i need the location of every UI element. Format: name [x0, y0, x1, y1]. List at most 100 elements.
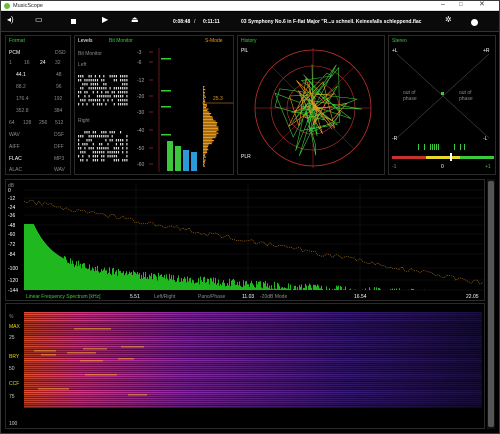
stop-button[interactable] [71, 19, 76, 24]
spectrum-mode-left-right[interactable]: Left/Right [154, 294, 175, 300]
bit-cell [122, 103, 124, 106]
bit-cell [113, 87, 115, 90]
bit-cell [111, 99, 113, 102]
spectrum-bin [163, 277, 164, 290]
spectrum-bin [285, 288, 286, 290]
spectrum-bin [122, 272, 123, 290]
spectrum-bin [137, 272, 138, 290]
smode-bin [203, 111, 210, 113]
spectrum-bin [118, 269, 119, 290]
smode-bin [203, 113, 212, 115]
spectrum-bin [252, 283, 253, 290]
bit-cell [115, 147, 117, 150]
eject-icon[interactable]: ⏏ [131, 16, 139, 24]
spectrum-bin [250, 282, 251, 290]
codec-wav: WAV [9, 132, 20, 138]
bit-cell [103, 155, 105, 158]
spectrum-mode-pano[interactable]: Pano/Phase [198, 294, 225, 300]
bit-cell [94, 159, 96, 162]
bit-cell [86, 83, 88, 86]
spectrum-bin [255, 287, 256, 290]
bit-cell [86, 91, 88, 94]
spectrum-bin [210, 277, 211, 290]
left-label: Left [78, 62, 87, 68]
volume-icon[interactable]: ◂) [7, 16, 14, 24]
spectrum-bin [258, 281, 259, 290]
maximize-button[interactable]: □ [459, 2, 463, 8]
spectrum-bin [260, 281, 261, 290]
spectrum-bin [303, 287, 304, 290]
close-button[interactable]: ✕ [479, 1, 485, 8]
codec-aiff: AIFF [9, 144, 20, 150]
spectrogram-row [24, 340, 482, 342]
spectrum-bin [56, 253, 57, 290]
bit-cell [82, 83, 84, 86]
info-icon[interactable] [471, 19, 478, 26]
smode-bin [203, 128, 219, 130]
smode-bin [203, 117, 214, 119]
smode-bin [203, 95, 205, 97]
spectrum-bin [145, 271, 146, 290]
spectrum-bin [186, 282, 187, 290]
spectrum-bin [335, 289, 336, 290]
spectrogram-row [24, 324, 482, 326]
spectrum-bin [110, 273, 111, 290]
spectrum-bin [236, 284, 237, 290]
spectrum-bin [369, 287, 370, 290]
bit-cell [88, 75, 90, 78]
spectrum-bin [173, 275, 174, 290]
smode-bin [203, 87, 204, 89]
scrollbar-thumb[interactable] [488, 181, 494, 427]
spectrogram-row [24, 362, 482, 364]
bit-cell [107, 91, 109, 94]
bit-cell [101, 87, 103, 90]
spectrogram-row [24, 338, 482, 340]
spectrum-bin [165, 278, 166, 290]
spectrum-bin [47, 245, 48, 290]
spectrum-bin [32, 224, 33, 290]
spectrogram-row [24, 376, 482, 378]
spectrum-bin [379, 288, 380, 290]
stereo-title: Stereo [392, 38, 407, 44]
bit-cell [78, 103, 80, 106]
spectrum-bin [257, 284, 258, 290]
spectrum-bin [244, 285, 245, 290]
settings-gear-icon[interactable]: ✲ [445, 16, 452, 24]
spectrum-bin [326, 286, 327, 290]
bit-cell [126, 91, 128, 94]
bit-cell [82, 159, 84, 162]
bit-cell [109, 95, 111, 98]
spectrum-bin [54, 252, 55, 290]
spectrum-bin [235, 285, 236, 290]
spectrogram-row [24, 400, 482, 402]
spectrum-bin [380, 289, 381, 290]
meter-tick-label: -30 [137, 110, 144, 116]
bit-cell [124, 75, 126, 78]
smode-bin [203, 144, 209, 146]
time-elapsed: 0:08:48 [173, 19, 191, 25]
spectrum-bin [40, 236, 41, 290]
minimize-button[interactable]: – [441, 1, 445, 8]
play-button[interactable]: ▶ [102, 16, 108, 24]
spectrum-bin [153, 274, 154, 290]
bit-cell [96, 83, 99, 86]
spectrum-bin [31, 224, 32, 290]
bit-cell [101, 131, 103, 134]
spectrum-bin [248, 284, 249, 290]
format-pcm: PCM [9, 50, 21, 56]
smode-label[interactable]: S-Mode [205, 38, 223, 44]
spectrum-bin [178, 275, 179, 290]
bit-cell [99, 143, 101, 146]
spectrogram-hot [118, 358, 134, 360]
smode-bin [203, 156, 206, 158]
smode-bin [203, 110, 208, 112]
folder-icon[interactable]: ▭ [35, 16, 43, 24]
vertical-scrollbar[interactable] [487, 179, 495, 429]
spectrum-bin [75, 264, 76, 290]
levels-mode[interactable]: Bit Monitor [109, 38, 133, 44]
bit-cell [126, 79, 128, 82]
spectrum-mode-20db[interactable]: -20dB Mode [260, 294, 287, 300]
corr-mid: 0 [441, 164, 444, 170]
smode-bin [203, 105, 208, 107]
spectrum-bin [71, 263, 72, 290]
